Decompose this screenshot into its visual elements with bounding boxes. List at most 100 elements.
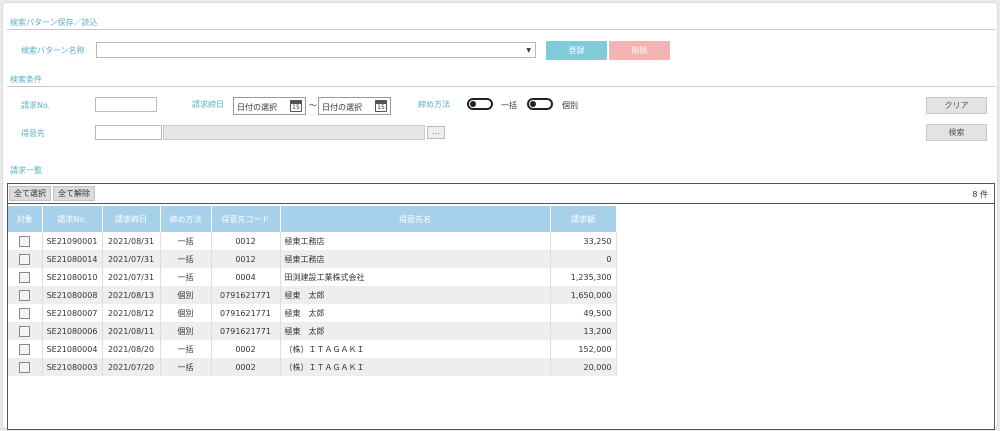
cell-customer-name: 極東 太郎 [280,322,551,340]
individual-toggle[interactable] [527,98,553,110]
table-row[interactable]: SE21080004 2021/08/20 一括 0002 （株）ＩＴＡＧＡＫＩ 152,… [8,340,617,358]
row-checkbox-cell [8,340,43,358]
cell-amount: 20,000 [550,358,617,376]
pattern-name-label: 検索パターン名称 [21,46,85,55]
cell-amount: 1,650,000 [550,286,617,304]
cell-invoice-no: SE21090001 [42,232,103,250]
column-header-customer-name[interactable]: 得意先名 [280,206,551,232]
cell-amount: 33,250 [550,232,617,250]
cell-closing-date: 2021/07/20 [102,358,161,376]
customer-code-input[interactable] [95,125,162,140]
delete-button[interactable]: 削除 [609,41,670,60]
row-checkbox[interactable] [19,289,31,301]
cell-closing-method: 一括 [160,250,212,268]
pattern-section-title: 検索パターン保存／読込 [10,18,98,27]
register-button[interactable]: 登録 [546,41,607,60]
table-row[interactable]: SE21080003 2021/07/20 一括 0002 （株）ＩＴＡＧＡＫＩ 20,0… [8,358,617,376]
row-checkbox[interactable] [19,271,31,283]
cell-customer-code: 0791621771 [211,286,281,304]
column-header-customer-code[interactable]: 得意先コード [211,206,281,232]
cell-closing-date: 2021/08/31 [102,232,161,250]
cell-customer-name: 極東工務店 [280,232,551,250]
cell-closing-date: 2021/08/20 [102,340,161,358]
list-section-title: 請求一覧 [10,166,42,175]
divider [7,86,995,87]
date-to-picker[interactable]: 日付の選択 15 [318,97,391,115]
cell-amount: 13,200 [550,322,617,340]
cell-closing-method: 個別 [160,322,212,340]
search-button[interactable]: 検索 [926,124,987,141]
date-from-placeholder: 日付の選択 [237,103,277,112]
cell-amount: 152,000 [550,340,617,358]
row-checkbox-cell [8,304,43,322]
customer-lookup-button[interactable]: … [427,126,445,139]
bulk-toggle[interactable] [467,98,493,110]
column-header-amount[interactable]: 請求額 [550,206,617,232]
invoice-search-page: 検索パターン保存／読込 検索パターン名称 ▼ 登録 削除 検索条件 請求No. … [2,2,998,430]
cell-customer-name: 極東工務店 [280,250,551,268]
cell-customer-code: 0004 [211,268,281,286]
cell-customer-code: 0002 [211,358,281,376]
individual-toggle-label: 個別 [562,101,578,110]
pattern-name-select[interactable]: ▼ [96,42,536,58]
cell-closing-method: 一括 [160,268,212,286]
invoice-no-input[interactable] [95,97,157,112]
row-checkbox-cell [8,268,43,286]
customer-name-field [163,125,425,140]
date-from-picker[interactable]: 日付の選択 15 [233,97,306,115]
cell-closing-method: 個別 [160,286,212,304]
cell-invoice-no: SE21080010 [42,268,103,286]
cell-customer-name: （株）ＩＴＡＧＡＫＩ [280,340,551,358]
table-row[interactable]: SE21080010 2021/07/31 一括 0004 田渕建設工業株式会社 1,23… [8,268,617,286]
cell-customer-code: 0012 [211,232,281,250]
column-header-invoice-no[interactable]: 請求No. [42,206,103,232]
cell-amount: 0 [550,250,617,268]
cell-invoice-no: SE21080008 [42,286,103,304]
cell-closing-date: 2021/08/11 [102,322,161,340]
row-checkbox-cell [8,232,43,250]
column-header-closing-method[interactable]: 締め方法 [160,206,212,232]
customer-label: 得意先 [21,129,45,138]
deselect-all-button[interactable]: 全て解除 [53,186,95,201]
table-row[interactable]: SE21080014 2021/07/31 一括 0012 極東工務店 0 [8,250,617,268]
cell-closing-method: 個別 [160,304,212,322]
cell-invoice-no: SE21080014 [42,250,103,268]
table-row[interactable]: SE21080007 2021/08/12 個別 0791621771 極東 太郎 49,… [8,304,617,322]
row-checkbox[interactable] [19,307,31,319]
cell-customer-code: 0791621771 [211,322,281,340]
cell-closing-method: 一括 [160,340,212,358]
cell-amount: 1,235,300 [550,268,617,286]
row-checkbox[interactable] [19,235,31,247]
date-range-separator: ～ [309,101,317,110]
cell-customer-code: 0002 [211,340,281,358]
cell-customer-name: 極東 太郎 [280,304,551,322]
record-count: 8 件 [972,190,988,199]
row-checkbox-cell [8,250,43,268]
select-all-button[interactable]: 全て選択 [9,186,51,201]
table-row[interactable]: SE21080006 2021/08/11 個別 0791621771 極東 太郎 13,… [8,322,617,340]
cell-invoice-no: SE21080003 [42,358,103,376]
cell-customer-code: 0012 [211,250,281,268]
cell-closing-date: 2021/07/31 [102,268,161,286]
row-checkbox-cell [8,322,43,340]
clear-button[interactable]: クリア [926,97,987,114]
row-checkbox-cell [8,358,43,376]
conditions-section-title: 検索条件 [10,75,42,84]
cell-amount: 49,500 [550,304,617,322]
row-checkbox[interactable] [19,361,31,373]
cell-customer-name: 極東 太郎 [280,286,551,304]
table-row[interactable]: SE21090001 2021/08/31 一括 0012 極東工務店 33,250 [8,232,617,250]
row-checkbox[interactable] [19,343,31,355]
invoice-grid: 全て選択 全て解除 8 件 対象 請求No. 請求締日 締め方法 得意先コード … [7,183,995,430]
cell-closing-date: 2021/08/13 [102,286,161,304]
row-checkbox[interactable] [19,325,31,337]
table-header-row: 対象 請求No. 請求締日 締め方法 得意先コード 得意先名 請求額 [8,206,617,232]
row-checkbox[interactable] [19,253,31,265]
calendar-icon[interactable]: 15 [290,100,302,112]
cell-closing-date: 2021/08/12 [102,304,161,322]
calendar-icon[interactable]: 15 [375,100,387,112]
table-row[interactable]: SE21080008 2021/08/13 個別 0791621771 極東 太郎 1,6… [8,286,617,304]
column-header-closing-date[interactable]: 請求締日 [102,206,161,232]
cell-invoice-no: SE21080006 [42,322,103,340]
cell-closing-method: 一括 [160,358,212,376]
